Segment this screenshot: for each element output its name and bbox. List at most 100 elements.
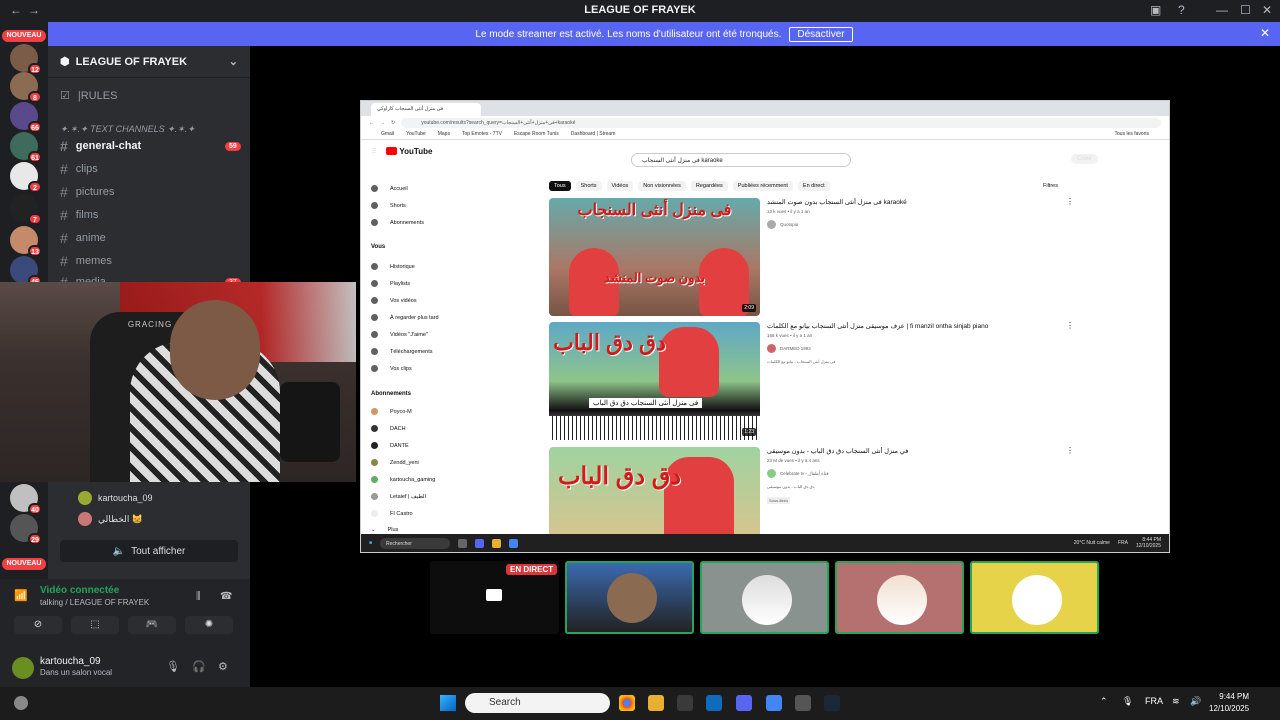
sidebar-sub[interactable]: Zendd_yeni bbox=[371, 459, 419, 466]
sidebar-item-shorts[interactable]: Shorts bbox=[371, 202, 406, 209]
minimize-icon[interactable]: — bbox=[1216, 3, 1228, 17]
channel-pictures[interactable]: # pictures bbox=[60, 184, 114, 200]
user-avatar[interactable] bbox=[12, 657, 34, 679]
inner-search[interactable]: Rechercher bbox=[380, 537, 451, 549]
sidebar-sub[interactable]: Poyco-M bbox=[371, 408, 412, 415]
more-options-icon[interactable]: ⋮ bbox=[1066, 446, 1074, 455]
app-icon[interactable] bbox=[509, 538, 519, 548]
server-icon[interactable]: 7 bbox=[10, 194, 42, 225]
activity-button[interactable]: 🎮 bbox=[128, 616, 176, 634]
chip-videos[interactable]: Vidéos bbox=[606, 181, 634, 191]
video-channel[interactable]: DARMED 1993 bbox=[767, 344, 1067, 353]
inner-clock[interactable]: 8:44 PM 12/10/2025 bbox=[1136, 537, 1161, 549]
close-icon[interactable]: ✕ bbox=[1262, 3, 1272, 17]
video-title[interactable]: عزف موسيقى منزل أنثى السنجاب بيانو مع ال… bbox=[767, 322, 1067, 330]
sidebar-item-home[interactable]: Accueil bbox=[371, 185, 408, 192]
windows-start-icon[interactable]: ■ bbox=[369, 540, 372, 546]
channel-anime[interactable]: # anime bbox=[60, 230, 106, 246]
sidebar-item-subscriptions[interactable]: Abonnements bbox=[371, 219, 424, 226]
banner-close-icon[interactable]: ✕ bbox=[1260, 26, 1270, 40]
bookmark[interactable]: Tous les favoris bbox=[1115, 131, 1149, 137]
more-options-icon[interactable]: ⋮ bbox=[1066, 321, 1074, 330]
server-icon[interactable]: 61 bbox=[10, 132, 42, 163]
server-icon[interactable]: 66 bbox=[10, 102, 42, 133]
language-indicator[interactable]: FRA bbox=[1118, 540, 1128, 546]
sidebar-item-your-videos[interactable]: Vos vidéos bbox=[371, 297, 417, 304]
app-icon[interactable] bbox=[458, 538, 468, 548]
reload-icon[interactable]: ↻ bbox=[391, 120, 395, 126]
video-channel[interactable]: Celebrate tv - قناة أطفال bbox=[767, 469, 1067, 478]
sidebar-sub[interactable]: DACH bbox=[371, 425, 406, 432]
server-icon[interactable]: 8 bbox=[10, 72, 42, 103]
maximize-icon[interactable]: ☐ bbox=[1240, 3, 1251, 17]
chip-unwatched[interactable]: Non visionnées bbox=[638, 181, 686, 191]
chip-all[interactable]: Tous bbox=[549, 181, 571, 191]
youtube-search-input[interactable]: فى منزل أنثى السنجاب karaoke bbox=[631, 153, 851, 167]
chevron-down-icon[interactable]: ⌄ bbox=[229, 55, 238, 68]
bookmark[interactable]: Top Emotes - 7TV bbox=[462, 131, 502, 137]
server-icon[interactable]: 12 bbox=[10, 44, 42, 75]
more-options-icon[interactable]: ⋮ bbox=[1066, 197, 1074, 206]
voice-user[interactable]: kartoucha_09 bbox=[78, 491, 153, 505]
sidebar-item-playlists[interactable]: Playlists bbox=[371, 280, 410, 287]
bookmark[interactable]: Dashboard | Stream bbox=[571, 131, 616, 137]
sidebar-item-watch-later[interactable]: À regarder plus tard bbox=[371, 314, 439, 321]
server-icon[interactable]: 2 bbox=[10, 162, 42, 193]
channel-films[interactable]: # films bbox=[60, 207, 98, 223]
microphone-icon[interactable]: 🎙 bbox=[166, 660, 180, 673]
windows-start-icon[interactable] bbox=[440, 695, 456, 711]
settings-gear-icon[interactable]: ⚙ bbox=[218, 660, 228, 673]
server-icon[interactable]: 40 bbox=[10, 484, 42, 515]
filters-button[interactable]: Filtres bbox=[1043, 183, 1058, 189]
effects-button[interactable]: ✺ bbox=[185, 616, 233, 634]
menu-icon[interactable]: ☰ bbox=[371, 148, 376, 155]
sidebar-sub[interactable]: Letaief | الطيف bbox=[371, 493, 426, 500]
video-thumbnail[interactable]: فى منزل أنثى السنجاب بدون صوت المنشد 2:0… bbox=[549, 198, 760, 316]
sidebar-item-downloads[interactable]: Téléchargements bbox=[371, 348, 433, 355]
help-icon[interactable]: ? bbox=[1178, 3, 1185, 17]
tile-participant-camera[interactable] bbox=[565, 561, 694, 634]
server-icon[interactable]: 29 bbox=[10, 514, 42, 545]
tile-participant[interactable] bbox=[700, 561, 829, 634]
video-thumbnail[interactable]: دق دق الباب فى منزل أنثى السنجاب دق دق ا… bbox=[549, 322, 760, 440]
video-result[interactable]: فى منزل أنثى السنجاب بدون صوت المنشد 2:0… bbox=[549, 198, 1069, 316]
disconnect-icon[interactable]: ☎ bbox=[220, 591, 232, 602]
channel-category[interactable]: ✦.✶.✦ TEXT CHANNELS ✦.✶.✦ bbox=[60, 124, 195, 135]
tile-stream-preview[interactable]: EN DIRECT bbox=[430, 561, 559, 634]
chip-recent[interactable]: Publiées récemment bbox=[732, 181, 793, 191]
channel-memes[interactable]: # memes bbox=[60, 253, 112, 269]
video-channel[interactable]: Quotopia bbox=[767, 220, 1067, 229]
store-icon[interactable] bbox=[677, 695, 693, 711]
url-field[interactable]: youtube.com/results?search_query=فى+منزل… bbox=[401, 117, 1161, 128]
chrome-icon[interactable] bbox=[766, 695, 782, 711]
inbox-icon[interactable]: ▣ bbox=[1150, 3, 1161, 17]
screen-share-button[interactable]: ⬚ bbox=[71, 616, 119, 634]
create-button[interactable]: Créer bbox=[1071, 154, 1099, 164]
camera-off-button[interactable]: ⊘ bbox=[14, 616, 62, 634]
sidebar-sub[interactable]: FI Castro bbox=[371, 510, 413, 517]
os-clock[interactable]: 9:44 PM 12/10/2025 bbox=[1209, 691, 1249, 715]
chrome-icon[interactable] bbox=[619, 695, 635, 711]
discord-icon[interactable] bbox=[736, 695, 752, 711]
guild-header[interactable]: ⬢ LEAGUE OF FRAYEK ⌄ bbox=[48, 46, 250, 78]
chevron-up-icon[interactable]: ⌃ bbox=[1100, 696, 1108, 707]
file-explorer-icon[interactable] bbox=[648, 695, 664, 711]
volume-icon[interactable]: 🔊 bbox=[1190, 696, 1201, 707]
app-icon[interactable] bbox=[475, 538, 485, 548]
channel-clips[interactable]: # clips bbox=[60, 161, 98, 177]
os-search[interactable]: Search bbox=[465, 693, 610, 713]
headphones-icon[interactable]: 🎧 bbox=[192, 660, 206, 673]
sidebar-section-you[interactable]: Vous bbox=[371, 244, 385, 250]
video-result[interactable]: دق دق الباب في منزل أنثى السنجاب دق دق ا… bbox=[549, 447, 1069, 535]
tile-participant[interactable] bbox=[835, 561, 964, 634]
youtube-logo[interactable]: YouTube bbox=[386, 147, 432, 156]
bookmark[interactable]: Escape Room Tunis bbox=[514, 131, 559, 137]
steam-icon[interactable] bbox=[824, 695, 840, 711]
language-indicator[interactable]: FRA bbox=[1145, 696, 1163, 706]
app-icon[interactable] bbox=[492, 538, 502, 548]
tile-participant[interactable] bbox=[970, 561, 1099, 634]
video-thumbnail[interactable]: دق دق الباب bbox=[549, 447, 760, 535]
sidebar-item-clips[interactable]: Vos clips bbox=[371, 365, 412, 372]
voice-channel-name[interactable]: talking / LEAGUE OF FRAYEK bbox=[40, 598, 149, 607]
sidebar-show-more[interactable]: ⌄ Plus bbox=[371, 527, 398, 533]
